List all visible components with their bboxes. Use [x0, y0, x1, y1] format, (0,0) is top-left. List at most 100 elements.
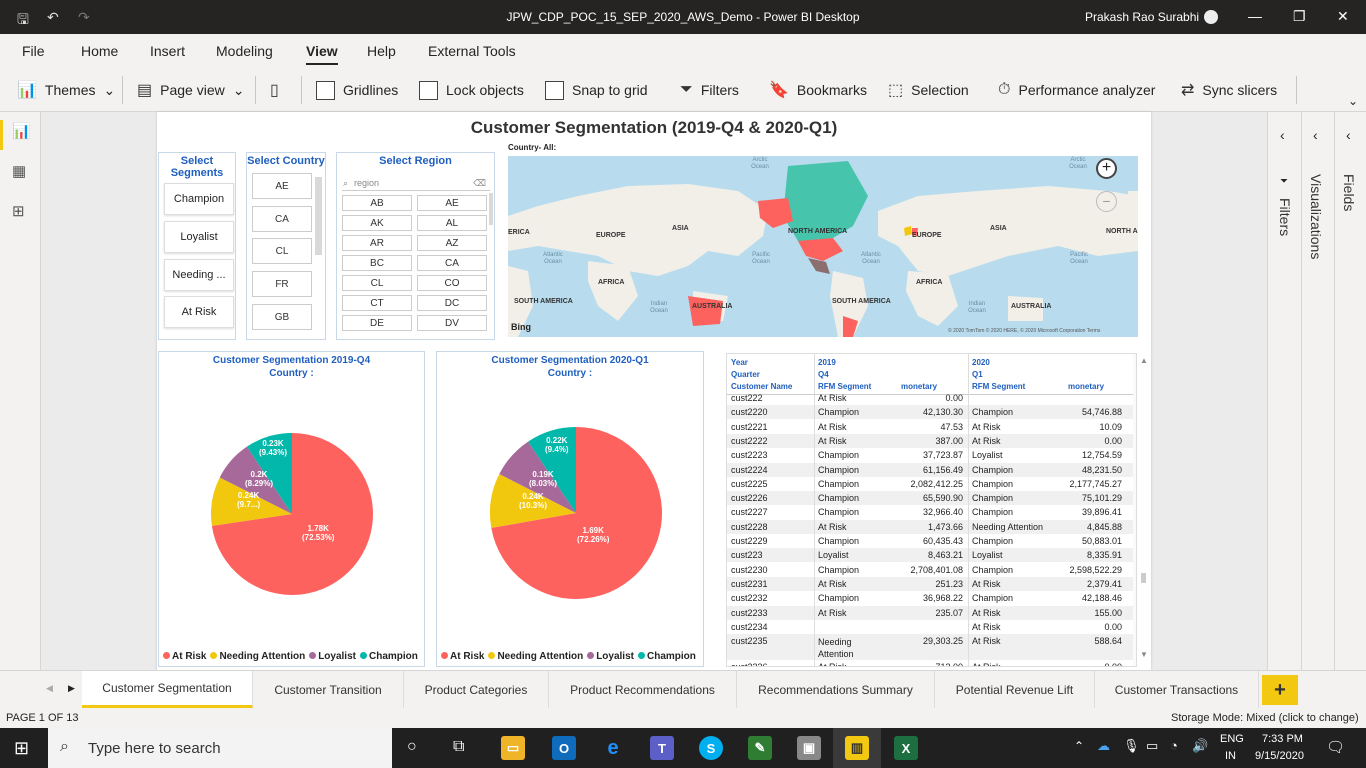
performance-analyzer-button[interactable]: ⏱ Performance analyzer — [998, 80, 1155, 100]
model-view-icon[interactable]: ⊞ — [12, 202, 25, 220]
legend-item[interactable]: At Risk — [163, 651, 206, 662]
close-icon[interactable]: ✕ — [1337, 8, 1349, 25]
mobile-layout-button[interactable]: ▯ — [270, 80, 279, 100]
table-row[interactable]: cust2230 Champion 2,708,401.08 Champion 2,59… — [727, 563, 1136, 577]
edge-icon[interactable]: e — [601, 736, 625, 760]
table-row[interactable]: cust2228 At Risk 1,473.66 Needing Attention… — [727, 519, 1136, 534]
region-item[interactable]: AL — [417, 215, 487, 231]
storage-mode[interactable]: Storage Mode: Mixed (click to change) — [1171, 712, 1359, 724]
legend-item[interactable]: Needing Attention — [488, 651, 583, 662]
region-item[interactable]: AK — [342, 215, 412, 231]
country-item[interactable]: GB — [252, 304, 312, 330]
table-row[interactable]: cust2232 Champion 36,968.22 Champion 42,188.… — [727, 591, 1136, 605]
filters-pane-label[interactable]: Filters — [1277, 198, 1293, 236]
zoom-in-icon[interactable]: + — [1096, 158, 1117, 179]
legend-item[interactable]: Needing Attention — [210, 651, 305, 662]
eraser-icon[interactable]: ⌫ — [473, 175, 486, 191]
clock-date[interactable]: 9/15/2020 — [1255, 750, 1304, 762]
powerbi-taskbar-button[interactable]: ▥ — [833, 728, 881, 768]
menu-insert[interactable]: Insert — [150, 43, 185, 59]
onedrive-icon[interactable]: ☁ — [1097, 738, 1110, 754]
tab-customer-segmentation[interactable]: Customer Segmentation — [82, 671, 253, 708]
legend-item[interactable]: Loyalist — [309, 651, 356, 662]
tab-prev-icon[interactable]: ◀ — [46, 683, 53, 694]
region-item[interactable]: AB — [342, 195, 412, 211]
table-row[interactable]: cust2227 Champion 32,966.40 Champion 39,896.… — [727, 505, 1136, 519]
avatar[interactable] — [1204, 10, 1218, 24]
map-copyright[interactable]: © 2020 TomTom © 2020 HERE, © 2020 Micros… — [948, 328, 1100, 334]
matrix-scrollbar[interactable] — [1133, 354, 1136, 666]
wifi-icon[interactable]: ◔ — [1170, 738, 1178, 753]
report-view-icon[interactable]: 📊 — [12, 122, 31, 140]
tab-product-categories[interactable]: Product Categories — [404, 671, 549, 708]
table-row[interactable]: cust2225 Champion 2,082,412.25 Champion 2,17… — [727, 477, 1136, 491]
pie-chart-2019-q4[interactable]: Customer Segmentation 2019-Q4 Country : 1… — [158, 351, 425, 667]
legend-item[interactable]: At Risk — [441, 651, 484, 662]
minimize-icon[interactable]: — — [1248, 8, 1262, 24]
cortana-icon[interactable]: ○ — [407, 738, 417, 756]
menu-external-tools[interactable]: External Tools — [428, 43, 516, 59]
tab-potential-revenue-lift[interactable]: Potential Revenue Lift — [935, 671, 1095, 708]
matrix-header[interactable]: RFM Segment — [818, 382, 871, 391]
region-item[interactable]: DC — [417, 295, 487, 311]
region-item[interactable]: AE — [417, 195, 487, 211]
clock-time[interactable]: 7:33 PM — [1262, 733, 1303, 745]
filters-button[interactable]: ⏷ Filters — [680, 80, 739, 100]
themes-button[interactable]: 📊 Themes ⌄ — [17, 80, 115, 100]
menu-modeling[interactable]: Modeling — [216, 43, 273, 59]
country-item[interactable]: AE — [252, 173, 312, 199]
restore-icon[interactable]: ❐ — [1293, 8, 1306, 25]
map-visual[interactable]: ERICA EUROPE ASIA NORTH AMERICA EUROPE A… — [508, 156, 1138, 337]
scroll-up-icon[interactable]: ▲ — [1140, 356, 1148, 365]
language-region[interactable]: IN — [1225, 750, 1236, 762]
country-item[interactable]: CL — [252, 238, 312, 264]
scroll-thumb[interactable] — [1141, 573, 1146, 583]
tab-product-recommendations[interactable]: Product Recommendations — [549, 671, 737, 708]
tab-next-icon[interactable]: ▶ — [68, 683, 75, 694]
table-row[interactable]: cust2236 At Risk 713.00 At Risk 0.00 — [727, 660, 1136, 666]
lock-objects-checkbox[interactable]: Lock objects — [419, 80, 524, 100]
region-item[interactable]: DV — [417, 315, 487, 331]
table-row[interactable]: cust2231 At Risk 251.23 At Risk 2,379.41 — [727, 576, 1136, 591]
tab-customer-transactions[interactable]: Customer Transactions — [1095, 671, 1259, 708]
collapse-ribbon-icon[interactable]: ⌄ — [1348, 94, 1358, 108]
collapse-fields-icon[interactable]: ‹ — [1346, 127, 1351, 143]
matrix-header[interactable]: monetary — [901, 382, 937, 391]
bookmarks-button[interactable]: 🔖 Bookmarks — [769, 80, 867, 100]
table-row[interactable]: cust2233 At Risk 235.07 At Risk 155.00 — [727, 605, 1136, 620]
language-code[interactable]: ENG — [1220, 733, 1244, 745]
region-item[interactable]: CO — [417, 275, 487, 291]
menu-help[interactable]: Help — [367, 43, 396, 59]
notepad-icon[interactable]: ✎ — [748, 736, 772, 760]
table-row[interactable]: cust2229 Champion 60,435.43 Champion 50,883.… — [727, 534, 1136, 548]
volume-icon[interactable]: 🔊 — [1192, 738, 1208, 754]
snap-to-grid-checkbox[interactable]: Snap to grid — [545, 80, 648, 100]
visualizations-pane-label[interactable]: Visualizations — [1308, 174, 1324, 259]
task-view-icon[interactable]: ⧉ — [453, 738, 464, 756]
table-row[interactable]: cust2234 At Risk 0.00 — [727, 620, 1136, 634]
segment-item[interactable]: Loyalist — [164, 221, 234, 253]
country-scrollbar[interactable] — [315, 177, 322, 255]
menu-view[interactable]: View — [306, 43, 338, 65]
region-item[interactable]: AZ — [417, 235, 487, 251]
region-item[interactable]: CT — [342, 295, 412, 311]
user-name[interactable]: Prakash Rao Surabhi — [1085, 10, 1199, 24]
country-item[interactable]: CA — [252, 206, 312, 232]
battery-icon[interactable]: ▭ — [1146, 738, 1158, 754]
teams-icon[interactable]: T — [650, 736, 674, 760]
table-row[interactable]: cust2220 Champion 42,130.30 Champion 54,746.… — [727, 405, 1136, 420]
page-view-button[interactable]: ▤ Page view ⌄ — [137, 80, 244, 100]
legend-item[interactable]: Loyalist — [587, 651, 634, 662]
collapse-visualizations-icon[interactable]: ‹ — [1313, 127, 1318, 143]
scroll-down-icon[interactable]: ▼ — [1140, 650, 1148, 659]
menu-home[interactable]: Home — [81, 43, 118, 59]
taskbar-search[interactable]: ⌕ Type here to search — [48, 728, 392, 768]
chevron-up-icon[interactable]: ⌃ — [1074, 739, 1084, 753]
region-scrollbar[interactable] — [489, 193, 493, 225]
pie-chart-2020-q1[interactable]: Customer Segmentation 2020-Q1 Country : 1… — [436, 351, 704, 667]
segment-item[interactable]: Champion — [164, 183, 234, 215]
remote-desktop-icon[interactable]: ▣ — [797, 736, 821, 760]
sync-slicers-button[interactable]: ⇄ Sync slicers — [1181, 80, 1277, 100]
region-item[interactable]: CL — [342, 275, 412, 291]
tab-recommendations-summary[interactable]: Recommendations Summary — [737, 671, 935, 708]
